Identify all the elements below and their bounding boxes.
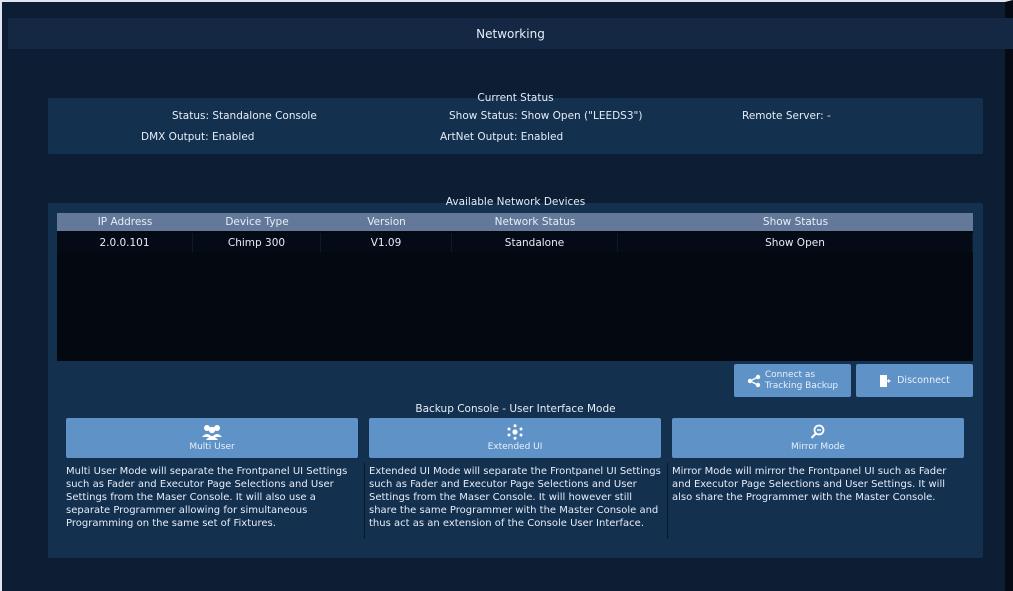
cell-network-status: Standalone	[452, 233, 618, 252]
table-header: IP Address Device Type Version Network S…	[57, 213, 973, 231]
current-status-heading: Current Status	[477, 92, 554, 104]
multi-user-label: Multi User	[189, 442, 235, 452]
devices-table[interactable]: IP Address Device Type Version Network S…	[57, 213, 973, 361]
mirror-mode-label: Mirror Mode	[791, 442, 845, 452]
extended-ui-description: Extended UI Mode will separate the Front…	[369, 466, 661, 529]
artnet-output-value: ArtNet Output: Enabled	[440, 131, 564, 143]
column-header-network-status[interactable]: Network Status	[452, 213, 618, 231]
multi-user-button[interactable]: Multi User	[66, 418, 358, 458]
column-header-version[interactable]: Version	[321, 213, 452, 231]
divider	[364, 463, 365, 539]
disconnect-button[interactable]: Disconnect	[856, 364, 973, 397]
multi-user-description: Multi User Mode will separate the Frontp…	[66, 466, 348, 529]
cell-ip: 2.0.0.101	[57, 233, 193, 252]
mirror-mode-button[interactable]: Mirror Mode	[672, 418, 964, 458]
cell-show-status: Show Open	[618, 233, 973, 252]
network-icon	[507, 424, 523, 440]
share-icon	[747, 374, 761, 387]
disconnect-label: Disconnect	[897, 375, 950, 386]
column-header-show-status[interactable]: Show Status	[618, 213, 973, 231]
mirror-mode-description: Mirror Mode will mirror the Frontpanel U…	[672, 466, 947, 503]
network-devices-panel: Available Network Devices IP Address Dev…	[48, 196, 983, 558]
backup-mode-heading: Backup Console - User Interface Mode	[415, 403, 616, 415]
dmx-output-value: DMX Output: Enabled	[141, 131, 255, 143]
users-icon	[202, 425, 222, 440]
remote-server-value: Remote Server: -	[742, 110, 831, 122]
column-header-ip[interactable]: IP Address	[57, 213, 193, 231]
extended-ui-label: Extended UI	[487, 442, 543, 452]
mirror-icon	[810, 424, 825, 439]
column-header-device-type[interactable]: Device Type	[193, 213, 321, 231]
devices-heading: Available Network Devices	[445, 196, 586, 208]
divider	[667, 463, 668, 539]
cell-device-type: Chimp 300	[193, 233, 321, 252]
table-row[interactable]: 2.0.0.101 Chimp 300 V1.09 Standalone Sho…	[57, 233, 973, 252]
current-status-panel: Current Status Status: Standalone Consol…	[48, 92, 983, 154]
cell-version: V1.09	[321, 233, 452, 252]
connect-label-line2: Tracking Backup	[764, 380, 839, 391]
status-value: Status: Standalone Console	[172, 110, 317, 122]
connect-label-line1: Connect as	[764, 369, 816, 380]
connect-tracking-backup-button[interactable]: Connect as Tracking Backup	[734, 364, 851, 397]
exit-door-icon	[880, 374, 892, 387]
window-title: Networking	[476, 26, 545, 41]
window-title-bar: Networking	[8, 18, 1013, 49]
show-status-value: Show Status: Show Open ("LEEDS3")	[449, 110, 643, 122]
extended-ui-button[interactable]: Extended UI	[369, 418, 661, 458]
